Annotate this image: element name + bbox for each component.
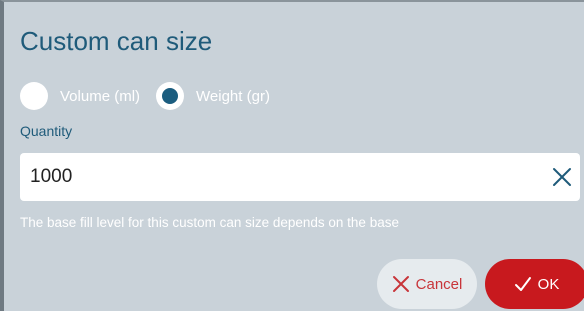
cancel-label: Cancel [415,275,463,293]
radio-weight-button[interactable] [156,82,185,110]
hint-text: The base fill level for this custom can … [20,215,399,230]
custom-can-size-dialog: Custom can size Volume (ml) Weight (gr) … [0,0,584,311]
unit-radio-group: Volume (ml) Weight (gr) [20,82,286,110]
quantity-input[interactable] [20,157,520,197]
clear-icon[interactable] [550,165,574,189]
radio-volume-label: Volume (ml) [60,87,141,105]
quantity-field [20,153,580,201]
close-icon [392,275,410,293]
check-icon [514,275,532,293]
quantity-label: Quantity [20,123,73,139]
radio-volume-option[interactable]: Volume (ml) [20,82,140,110]
radio-weight-option[interactable]: Weight (gr) [156,82,270,110]
cancel-button[interactable]: Cancel [377,259,477,309]
ok-label: OK [537,275,560,293]
dialog-title: Custom can size [20,26,213,56]
ok-button[interactable]: OK [485,259,584,309]
radio-selected-dot [162,88,179,104]
radio-volume-button[interactable] [20,82,48,110]
radio-weight-label: Weight (gr) [196,87,270,105]
